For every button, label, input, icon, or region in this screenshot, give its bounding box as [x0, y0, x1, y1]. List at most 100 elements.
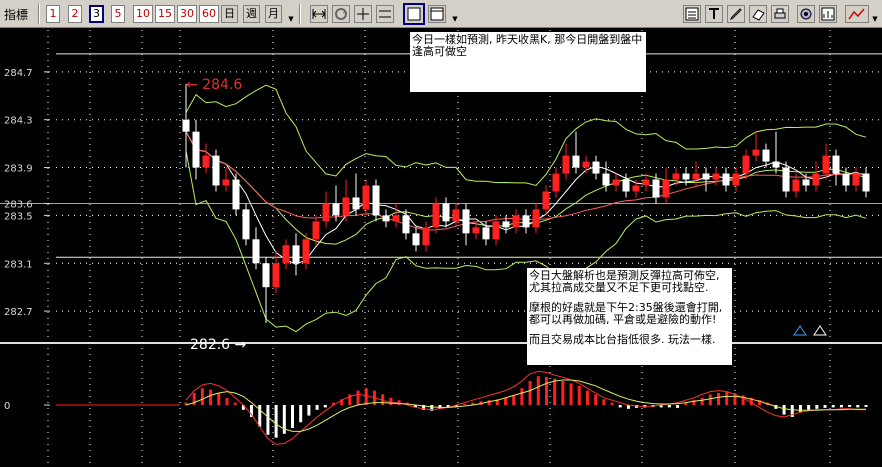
- pan-horizontal-icon[interactable]: [310, 5, 328, 23]
- candle-body: [442, 203, 450, 222]
- macd-histogram-bar: [618, 405, 622, 408]
- macd-histogram-bar: [209, 389, 213, 405]
- candle-body: [182, 119, 190, 132]
- y-tick-label: 284.3: [4, 116, 33, 127]
- candle-body: [192, 131, 200, 168]
- macd-histogram-bar: [717, 393, 721, 405]
- period-10-button[interactable]: 10: [133, 5, 153, 23]
- period-60-button[interactable]: 60: [199, 5, 219, 23]
- candle-body: [482, 227, 490, 240]
- period-dropdown-icon[interactable]: ▼: [287, 13, 295, 25]
- candle-body: [852, 173, 860, 186]
- candle-body: [572, 155, 580, 168]
- candle-body: [202, 155, 210, 168]
- refresh-icon[interactable]: [332, 5, 350, 23]
- line-chart-icon[interactable]: [845, 5, 869, 23]
- macd-histogram-bar: [782, 405, 786, 415]
- candle-body: [502, 221, 510, 228]
- list-view-icon[interactable]: [683, 5, 701, 23]
- print-icon[interactable]: [771, 5, 789, 23]
- macd-histogram-bar: [544, 377, 548, 405]
- candle-body: [542, 191, 550, 210]
- macd-histogram-bar: [561, 381, 565, 405]
- candle-body: [772, 161, 780, 168]
- candle-body: [452, 209, 460, 222]
- macd-histogram-bar: [504, 397, 508, 405]
- macd-histogram-bar: [585, 390, 589, 405]
- candle-body: [732, 173, 740, 186]
- macd-histogram-bar: [463, 404, 467, 406]
- macd-histogram-bar: [700, 397, 704, 405]
- text-tool-icon[interactable]: [705, 5, 723, 23]
- candle-body: [602, 173, 610, 186]
- pencil-icon[interactable]: [727, 5, 745, 23]
- weekly-button[interactable]: 週: [243, 5, 260, 23]
- y-tick-label: 283.1: [4, 259, 33, 270]
- macd-histogram-bar: [528, 381, 532, 405]
- macd-histogram-bar: [807, 405, 811, 410]
- indicator-menu[interactable]: 指標: [4, 6, 28, 23]
- period-3-button[interactable]: 3: [89, 5, 104, 23]
- macd-histogram-bar: [356, 390, 360, 405]
- candle-body: [832, 155, 840, 174]
- price-low-annotation: 282.6 →: [190, 337, 247, 353]
- candle-body: [492, 221, 500, 240]
- eraser-icon[interactable]: [749, 5, 767, 23]
- macd-histogram-bar: [520, 388, 524, 405]
- daily-button[interactable]: 日: [221, 5, 238, 23]
- macd-histogram-bar: [512, 395, 516, 405]
- macd-histogram-bar: [577, 385, 581, 405]
- full-screen-icon[interactable]: [403, 3, 425, 25]
- candle-body: [862, 173, 870, 192]
- chart-dropdown-icon[interactable]: ▼: [871, 13, 879, 25]
- note-bottom-para-2: 摩根的好處就是下午2:35盤後還會打開, 都可以再做加碼, 平倉或是避險的動作!: [529, 301, 723, 326]
- candle-body: [342, 197, 350, 216]
- period-2-button[interactable]: 2: [68, 5, 82, 23]
- macd-histogram-bar: [667, 405, 671, 408]
- candle-body: [522, 215, 530, 228]
- candle-body: [272, 263, 280, 288]
- settings-icon[interactable]: [797, 5, 815, 23]
- candle-body: [582, 161, 590, 168]
- layout-dropdown-icon[interactable]: ▼: [451, 13, 459, 25]
- note-top: 今日一樣如預測, 昨天收黑K, 那今日開盤到盤中逢高可做空: [410, 32, 646, 92]
- monthly-button[interactable]: 月: [265, 5, 282, 23]
- horizontal-line-icon[interactable]: [376, 5, 394, 23]
- period-30-button[interactable]: 30: [177, 5, 197, 23]
- candle-body: [562, 155, 570, 174]
- toolbar: 指標 1 2 3 5 10 15 30 60 日 週 月 ▼ ▼ ▼: [0, 0, 882, 28]
- toolbar-separator: [38, 4, 40, 24]
- chart-icon[interactable]: [819, 5, 837, 23]
- candle-body: [312, 221, 320, 240]
- candle-body: [402, 215, 410, 234]
- candle-body: [222, 179, 230, 186]
- candle-body: [282, 245, 290, 264]
- macd-histogram-bar: [676, 405, 680, 408]
- note-bottom-para-1: 今日大盤解析也是預測反彈拉高可佈空, 尤其拉高成交量又不足下更可找點空.: [529, 269, 720, 294]
- note-bottom-para-3: 而且交易成本比台指低很多. 玩法一樣.: [529, 333, 716, 346]
- period-15-button[interactable]: 15: [155, 5, 175, 23]
- macd-histogram-bar: [315, 405, 319, 410]
- candle-body: [432, 203, 440, 228]
- candle-body: [762, 149, 770, 162]
- candle-body: [252, 239, 260, 264]
- y-tick-label: 283.9: [4, 164, 33, 175]
- candle-body: [472, 227, 480, 234]
- candle-body: [672, 173, 680, 180]
- candle-body: [232, 179, 240, 210]
- candle-body: [842, 173, 850, 186]
- period-5-button[interactable]: 5: [111, 5, 125, 23]
- macd-histogram-bar: [291, 405, 295, 429]
- crosshair-icon[interactable]: [354, 5, 372, 23]
- toolbar-separator: [299, 4, 301, 24]
- macd-histogram-bar: [864, 405, 868, 407]
- chart-area[interactable]: 284.7 284.3 283.9 283.6283.5 283.1 282.7 0 ← 2…: [0, 28, 882, 467]
- period-1-button[interactable]: 1: [46, 5, 60, 23]
- macd-histogram-bar: [307, 405, 311, 416]
- candle-body: [702, 173, 710, 180]
- window-icon[interactable]: [428, 5, 446, 23]
- note-top-text: 今日一樣如預測, 昨天收黑K, 那今日開盤到盤中逢高可做空: [412, 33, 643, 58]
- y-tick-label: 283.6: [4, 199, 33, 210]
- candle-body: [652, 179, 660, 198]
- macd-histogram-bar: [831, 405, 835, 408]
